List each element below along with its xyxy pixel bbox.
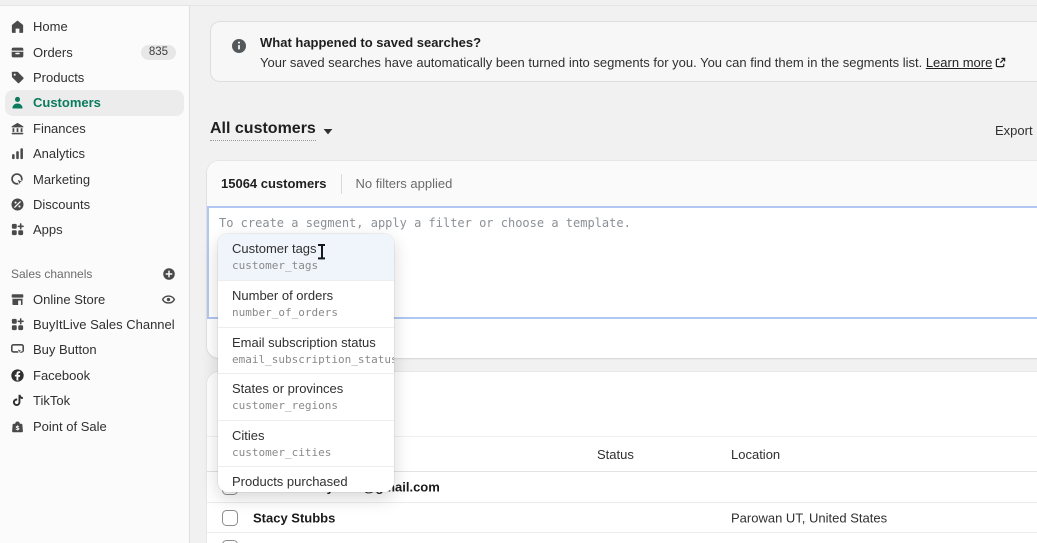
tiktok-icon [9,393,25,409]
orders-count-badge: 835 [140,44,176,60]
apps-icon [9,222,25,238]
storefront-icon [9,291,25,307]
segment-title-button[interactable]: All customers [210,120,333,141]
sidebar-item-facebook[interactable]: Facebook [5,363,184,388]
banner-body: Your saved searches have automatically b… [260,55,1006,70]
sidebar-item-label: Apps [33,222,63,238]
banner-text: What happened to saved searches? Your sa… [260,35,1006,81]
sidebar-item-label: Discounts [33,196,91,212]
sidebar-item-analytics[interactable]: Analytics [5,141,184,166]
sidebar-item-label: Home [33,19,68,35]
info-icon [231,38,247,81]
chevron-down-icon [323,128,333,135]
table-row[interactable] [207,533,1037,543]
menu-item-number-of-orders[interactable]: Number of orders number_of_orders [218,280,394,326]
buy-button-icon [9,342,25,358]
sidebar-item-products[interactable]: Products [5,65,184,90]
sidebar-item-customers[interactable]: Customers [5,90,184,116]
analytics-icon [9,146,25,162]
sidebar-item-label: Facebook [33,367,91,383]
customer-location-cell: Parowan UT, United States [731,510,888,525]
tab-divider [340,173,342,194]
filters-status-label: No filters applied [355,176,453,191]
sidebar-item-label: TikTok [33,393,71,409]
customer-name-cell: Stacy Stubbs [253,510,336,525]
sidebar-item-point-of-sale[interactable]: $ Point of Sale [5,413,184,438]
page-title: All customers [210,120,316,141]
saved-searches-banner: What happened to saved searches? Your sa… [210,21,1037,82]
banner-title: What happened to saved searches? [260,35,482,50]
sidebar-item-label: BuyItLive Sales Channel [33,317,175,333]
menu-item-customer-tags[interactable]: Customer tags customer_tags [218,234,394,281]
menu-item-email-subscription-status[interactable]: Email subscription status email_subscrip… [218,326,394,373]
sidebar-item-buyitlive[interactable]: BuyItLive Sales Channel [5,312,184,337]
external-link-icon [995,57,1006,68]
export-button[interactable]: Export [995,123,1033,138]
sidebar-item-discounts[interactable]: Discounts [5,192,184,217]
main-content: What happened to saved searches? Your sa… [191,0,1037,543]
facebook-icon [9,367,25,383]
point-of-sale-icon: $ [9,418,25,434]
menu-item-states-or-provinces[interactable]: States or provinces customer_regions [218,373,394,419]
sidebar-item-label: Finances [33,120,86,136]
products-icon [9,69,25,85]
finances-icon [9,120,25,136]
orders-icon [9,44,25,60]
sidebar-item-label: Orders [33,44,73,60]
home-icon [9,19,25,35]
sidebar-item-finances[interactable]: Finances [5,116,184,141]
customers-count-tab[interactable]: 15064 customers [221,176,327,191]
learn-more-link[interactable]: Learn more [926,55,992,70]
sidebar-item-label: Buy Button [33,342,97,358]
table-row[interactable]: Stacy Stubbs Parowan UT, United States [207,503,1037,533]
sidebar-item-label: Analytics [33,146,86,162]
sidebar-item-label: Products [33,69,85,85]
sidebar-item-buy-button[interactable]: Buy Button [5,337,184,362]
marketing-icon [9,171,25,187]
sidebar-item-marketing[interactable]: Marketing [5,166,184,191]
sidebar-nav: Home Orders 835 Products Customers Finan… [0,6,190,543]
sidebar-item-online-store[interactable]: Online Store [5,287,184,312]
sidebar-item-home[interactable]: Home [5,14,184,39]
text-cursor-icon [317,244,326,259]
column-header-status: Status [597,447,634,462]
sidebar-item-tiktok[interactable]: TikTok [5,388,184,413]
sidebar-item-orders[interactable]: Orders 835 [5,39,184,64]
shopify-admin-window: Home Orders 835 Products Customers Finan… [0,0,1037,543]
sidebar-item-label: Marketing [33,171,91,187]
svg-text:$: $ [15,424,20,432]
page-actions: Export Import [977,123,1037,138]
sales-channels-header: Sales channels [5,263,184,285]
sidebar-item-label: Online Store [33,291,106,307]
sidebar-item-label: Customers [33,95,101,111]
column-header-location: Location [731,447,781,462]
discounts-icon [9,196,25,212]
grid-plus-icon [9,317,25,333]
sales-channels-title: Sales channels [11,266,93,281]
row-checkbox[interactable] [222,509,238,526]
menu-item-products-purchased[interactable]: Products purchased [218,465,394,492]
segment-tab-strip: 15064 customers No filters applied [207,161,1037,206]
sidebar-item-label: Point of Sale [33,418,107,434]
menu-item-cities[interactable]: Cities customer_cities [218,419,394,466]
banner-body-text: Your saved searches have automatically b… [260,55,923,70]
plus-circle-icon[interactable] [162,267,176,281]
eye-icon[interactable] [161,292,176,307]
filter-template-menu: Customer tags customer_tags Number of or… [218,234,394,492]
sidebar-item-apps[interactable]: Apps [5,217,184,242]
customers-icon [9,95,25,111]
